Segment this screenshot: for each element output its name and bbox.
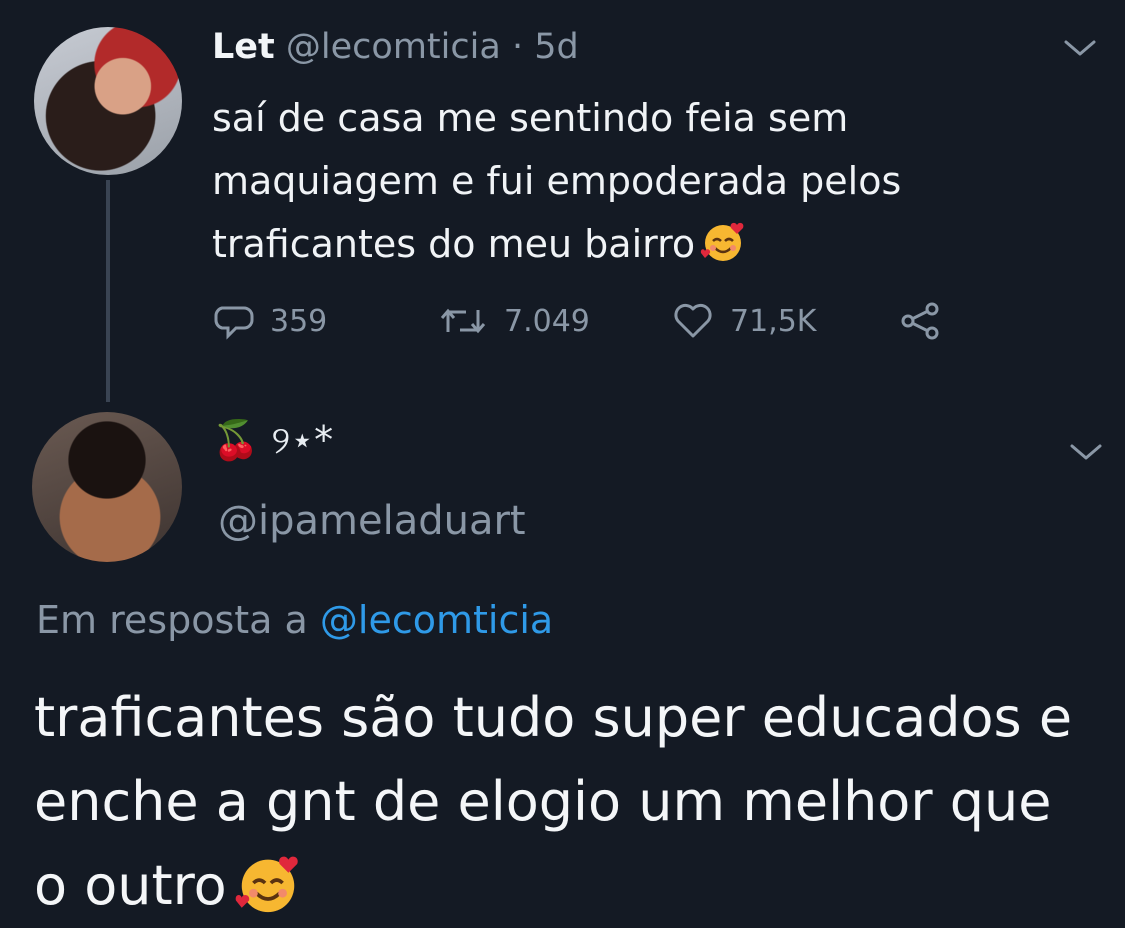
avatar-ipameladuart[interactable] (32, 412, 182, 562)
chevron-down-icon[interactable] (1068, 440, 1104, 464)
retweet-count: 7.049 (504, 303, 590, 339)
reply-action[interactable]: 359 (214, 302, 327, 340)
retweet-action[interactable]: 7.049 (438, 302, 590, 340)
tweet-text: saí de casa me sentindo feia sem maquiag… (212, 96, 902, 266)
share-action[interactable] (900, 302, 958, 340)
reply-count: 359 (270, 303, 328, 339)
chevron-down-icon[interactable] (1062, 36, 1098, 60)
reply-to-link[interactable]: @lecomticia (320, 598, 553, 642)
tweet2-header: 🍒 ୨⋆* (212, 418, 333, 463)
author-handle[interactable]: @ipameladuart (218, 498, 526, 544)
tweet1-header: Let @lecomticia · 5d (212, 24, 579, 70)
tweet1-body: saí de casa me sentindo feia sem maquiag… (212, 87, 972, 276)
avatar-let[interactable] (34, 27, 182, 175)
author-display-name[interactable]: 🍒 ୨⋆* (212, 418, 333, 463)
reply-prefix: Em resposta a (36, 598, 308, 642)
author-name[interactable]: Let (212, 27, 275, 67)
reply-context: Em resposta a @lecomticia (36, 598, 553, 642)
tweet-text: traficantes são tudo super educados e en… (34, 686, 1073, 917)
like-action[interactable]: 71,5K (672, 302, 816, 340)
heart-icon (674, 303, 712, 338)
smiling-face-with-hearts-emoji (235, 856, 298, 913)
reply-icon (214, 306, 254, 340)
thread-line (106, 180, 110, 402)
separator: · (511, 27, 524, 67)
like-count: 71,5K (730, 303, 817, 339)
retweet-icon (440, 308, 486, 334)
share-icon (901, 302, 939, 340)
tweet-time[interactable]: 5d (534, 27, 579, 67)
tweet2-body: traficantes são tudo super educados e en… (34, 676, 1094, 928)
author-handle[interactable]: @lecomticia (286, 27, 501, 67)
smiling-face-with-hearts-emoji (700, 222, 744, 261)
